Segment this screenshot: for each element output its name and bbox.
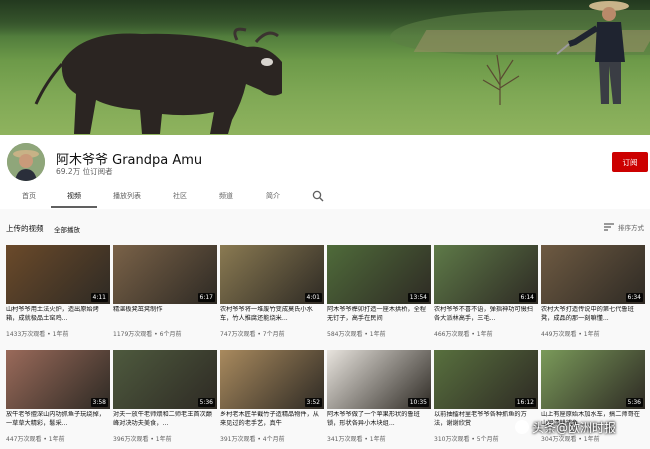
video-meta: 1433万次观看 • 1年前 (6, 331, 69, 338)
banner-plant (482, 54, 520, 105)
farmer-figure (556, 1, 629, 104)
section-title: 上传的视频 (6, 224, 44, 233)
avatar-image (7, 143, 45, 181)
video-duration: 5:36 (625, 398, 643, 407)
video-title[interactable]: 阿木爷爷榫卯打造一座木拱桥，全程无钉子，高手在民间 (327, 306, 431, 323)
active-tab-indicator (51, 206, 97, 208)
source-watermark: 头条@欧洲时报 (515, 417, 647, 437)
video-thumbnail[interactable]: 3:52 (220, 350, 324, 409)
video-card[interactable]: 6:17 精湛板凳茁凳制作 1179万次观看 • 6个月前 (113, 245, 217, 341)
video-card[interactable]: 6:14 农村爷爷不喜不语，弹指神功可慑扫各大派林高手，三毛... 466万次观看 … (434, 245, 538, 341)
tab-community[interactable]: 社区 (173, 191, 187, 201)
channel-tabs: 首页 视频 播放列表 社区 频道 简介 (0, 185, 650, 209)
video-title[interactable]: 农村大爷打造传说中的第七代鲁班凳，成品的那一刻嘛懂... (541, 306, 645, 323)
subscribe-button[interactable]: 订阅 (612, 152, 648, 172)
channel-banner (0, 0, 650, 135)
video-card[interactable]: 5:36 对夫一放牛老师煨和二师老王首次巅峰对决功夫美食，... 396万次观看 •… (113, 350, 217, 446)
video-meta: 449万次观看 • 1年前 (541, 331, 600, 338)
video-title[interactable]: 阿木爷爷做了一个苹果形状的鲁班锁，形状各异小木块组... (327, 411, 431, 428)
video-card[interactable]: 3:58 放牛老爷擅深山内功抓鱼子玩绕掉，一草草大精彩，鬈采... 447万次观看 … (6, 350, 110, 446)
video-duration: 3:52 (304, 398, 322, 407)
video-thumbnail[interactable]: 6:34 (541, 245, 645, 304)
video-duration: 13:54 (407, 293, 429, 302)
watermark-logo-icon (515, 420, 529, 434)
channel-avatar[interactable] (7, 143, 45, 181)
video-meta: 747万次观看 • 7个月前 (220, 331, 285, 338)
video-card[interactable]: 6:34 农村大爷打造传说中的第七代鲁班凳，成品的那一刻嘛懂... 449万次观看 … (541, 245, 645, 341)
video-duration: 10:35 (407, 398, 429, 407)
tab-home[interactable]: 首页 (22, 191, 36, 201)
video-title[interactable]: 放牛老爷擅深山内功抓鱼子玩绕掉，一草草大精彩，鬈采... (6, 411, 110, 428)
video-title[interactable]: 农村爷爷将一堆废竹变成莫氏小水车，竹人推腐还能烧米... (220, 306, 324, 323)
video-thumbnail[interactable]: 6:17 (113, 245, 217, 304)
video-duration: 4:01 (304, 293, 322, 302)
channel-header: 阿木爷爷 Grandpa Amu 69.2万 位订阅者 订阅 首页 视频 播放列… (0, 135, 650, 209)
video-thumbnail[interactable]: 13:54 (327, 245, 431, 304)
play-all-button[interactable]: 全部播放 (54, 224, 80, 234)
watermark-text: 头条@欧洲时报 (532, 420, 617, 435)
video-meta: 466万次观看 • 1年前 (434, 331, 493, 338)
video-meta: 447万次观看 • 1年前 (6, 436, 65, 443)
tab-playlists[interactable]: 播放列表 (113, 191, 141, 201)
video-title[interactable]: 精湛板凳茁凳制作 (113, 306, 217, 323)
video-thumbnail[interactable]: 4:11 (6, 245, 110, 304)
video-card[interactable]: 4:11 山村爷爷用土法火炉，造出原始烤箱，成就极品土窑鸡... 1433万次观看 … (6, 245, 110, 341)
video-meta: 341万次观看 • 1年前 (327, 436, 386, 443)
video-thumbnail[interactable]: 5:36 (541, 350, 645, 409)
sort-button[interactable]: 排序方式 (604, 221, 650, 233)
video-card[interactable]: 3:52 乡村老木匠半截竹子造精品物件，从来见过的老手艺，真牛 391万次观看 • … (220, 350, 324, 446)
video-card[interactable]: 13:54 阿木爷爷榫卯打造一座木拱桥，全程无钉子，高手在民间 584万次观看 • … (327, 245, 431, 341)
video-duration: 6:34 (625, 293, 643, 302)
video-thumbnail[interactable]: 6:14 (434, 245, 538, 304)
tab-videos[interactable]: 视频 (67, 191, 81, 201)
video-meta: 1179万次观看 • 6个月前 (113, 331, 182, 338)
video-duration: 6:14 (518, 293, 536, 302)
subscriber-count: 69.2万 位订阅者 (56, 167, 113, 176)
video-card[interactable]: 10:35 阿木爷爷做了一个苹果形状的鲁班锁，形状各异小木块组... 341万次观看… (327, 350, 431, 446)
video-thumbnail[interactable]: 10:35 (327, 350, 431, 409)
video-duration: 4:11 (90, 293, 108, 302)
search-icon[interactable] (312, 190, 324, 202)
video-meta: 396万次观看 • 1年前 (113, 436, 172, 443)
video-duration: 6:17 (197, 293, 215, 302)
video-thumbnail[interactable]: 16:12 (434, 350, 538, 409)
sort-icon (604, 223, 614, 231)
buffalo-figure (34, 27, 282, 134)
tab-about[interactable]: 简介 (266, 191, 280, 201)
video-thumbnail[interactable]: 5:36 (113, 350, 217, 409)
video-duration: 3:58 (90, 398, 108, 407)
video-title[interactable]: 对夫一放牛老师煨和二师老王首次巅峰对决功夫美食，... (113, 411, 217, 428)
tab-channels[interactable]: 频道 (219, 191, 233, 201)
channel-page: 阿木爷爷 Grandpa Amu 69.2万 位订阅者 订阅 首页 视频 播放列… (0, 0, 650, 449)
video-title[interactable]: 农村爷爷不喜不语，弹指神功可慑扫各大派林高手，三毛... (434, 306, 538, 323)
sort-label: 排序方式 (618, 224, 644, 232)
video-duration: 16:12 (514, 398, 536, 407)
video-title[interactable]: 乡村老木匠半截竹子造精品物件，从来见过的老手艺，真牛 (220, 411, 324, 428)
video-meta: 584万次观看 • 1年前 (327, 331, 386, 338)
video-thumbnail[interactable]: 4:01 (220, 245, 324, 304)
video-thumbnail[interactable]: 3:58 (6, 350, 110, 409)
video-card[interactable]: 4:01 农村爷爷将一堆废竹变成莫氏小水车，竹人推腐还能烧米... 747万次观看 … (220, 245, 324, 341)
video-duration: 5:36 (197, 398, 215, 407)
video-title[interactable]: 山村爷爷用土法火炉，造出原始烤箱，成就极品土窑鸡... (6, 306, 110, 323)
video-meta: 391万次观看 • 4个月前 (220, 436, 285, 443)
